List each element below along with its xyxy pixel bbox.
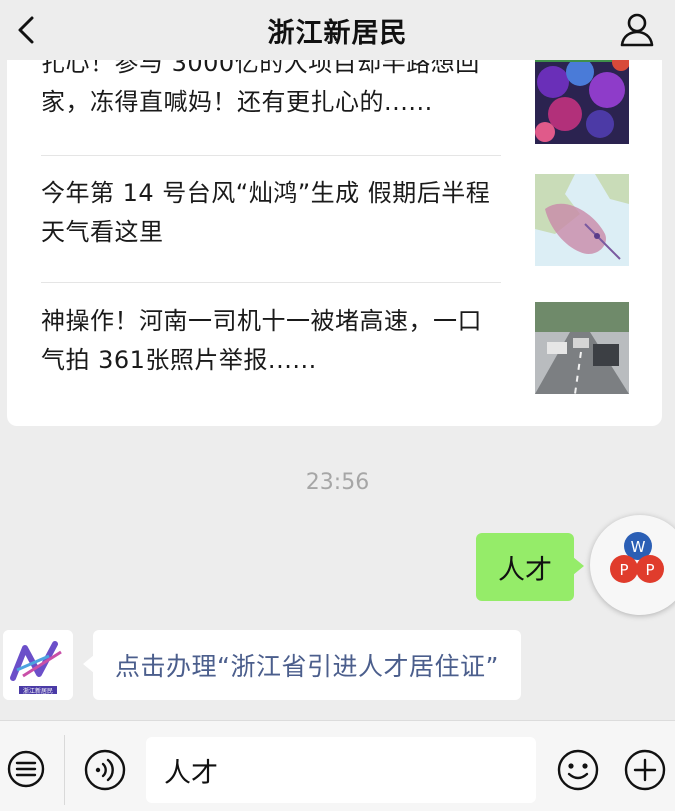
emoji-button[interactable] xyxy=(556,748,600,792)
more-options-button[interactable] xyxy=(623,748,667,792)
svg-text:P: P xyxy=(619,561,628,579)
menu-toggle-button[interactable] xyxy=(6,749,46,789)
article-item[interactable]: 神操作！河南一司机十一被堵高速，一口气拍 361张照片举报...... xyxy=(41,302,629,398)
floating-window-button[interactable]: W P P xyxy=(590,515,675,615)
article-title: 扎心！参与 3000亿的大项目却半路想回家，冻得直喊妈！还有更扎心的...... xyxy=(41,60,480,116)
svg-text:P: P xyxy=(645,561,654,579)
outgoing-message-bubble[interactable]: 人才 xyxy=(476,533,584,601)
chat-title: 浙江新居民 xyxy=(267,17,408,49)
article-thumbnail xyxy=(535,302,629,394)
article-title: 神操作！河南一司机十一被堵高速，一口气拍 361张照片举报...... xyxy=(41,307,482,374)
article-title: 今年第 14 号台风“灿鸿”生成 假期后半程天气看这里 xyxy=(41,179,491,246)
plus-icon xyxy=(624,749,666,791)
article-thumbnail xyxy=(535,60,629,144)
message-input[interactable] xyxy=(146,737,536,803)
official-account-avatar[interactable]: 浙江新居民 xyxy=(3,630,73,700)
article-item[interactable]: 今年第 14 号台风“灿鸿”生成 假期后半程天气看这里 xyxy=(41,174,629,270)
divider xyxy=(64,735,65,805)
svg-text:W: W xyxy=(631,538,646,556)
article-list-card: 扎心！参与 3000亿的大项目却半路想回家，冻得直喊妈！还有更扎心的......… xyxy=(7,60,662,426)
voice-input-button[interactable] xyxy=(84,749,126,791)
emoji-icon xyxy=(557,749,599,791)
message-timestamp: 23:56 xyxy=(305,470,370,495)
chat-header: 浙江新居民 xyxy=(0,0,675,60)
wps-office-icon: W P P xyxy=(610,532,664,583)
person-icon xyxy=(620,13,654,47)
back-button[interactable] xyxy=(8,10,48,50)
menu-list-icon xyxy=(7,750,45,788)
article-item[interactable]: 扎心！参与 3000亿的大项目却半路想回家，冻得直喊妈！还有更扎心的...... xyxy=(41,60,629,144)
divider xyxy=(41,155,501,156)
incoming-message-link[interactable]: 点击办理“浙江省引进人才居住证” xyxy=(83,630,521,700)
divider xyxy=(41,282,501,283)
avatar-brand-label: 浙江新居民 xyxy=(23,687,53,695)
account-info-button[interactable] xyxy=(617,10,657,50)
voice-icon xyxy=(84,749,126,791)
article-thumbnail xyxy=(535,174,629,266)
chevron-left-icon xyxy=(18,16,34,44)
chat-input-bar xyxy=(0,720,675,811)
